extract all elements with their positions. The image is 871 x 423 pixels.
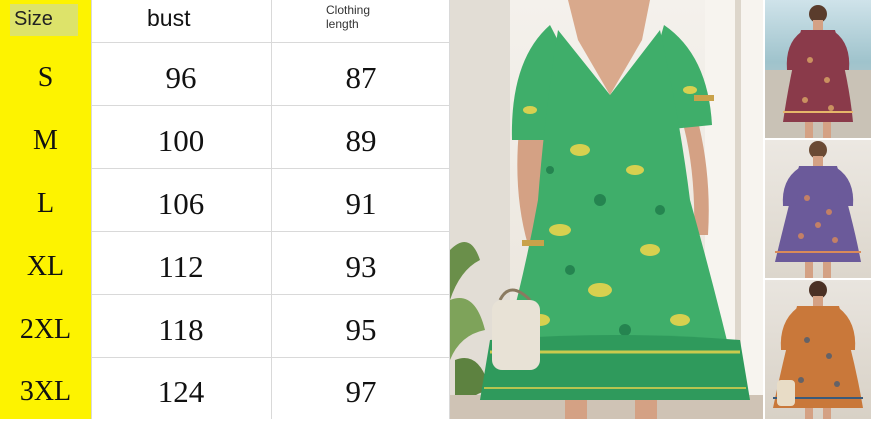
- purple-dress-illustration: [775, 141, 861, 278]
- bust-cell: 96: [165, 59, 197, 95]
- green-dress-illustration: [450, 0, 763, 419]
- length-cell: 89: [345, 122, 377, 158]
- size-cell: 2XL: [19, 313, 72, 345]
- size-column-header: Size: [10, 4, 78, 36]
- grid-line: [91, 42, 450, 43]
- table-row: L 106 91: [0, 172, 450, 235]
- table-row: 2XL 118 95: [0, 298, 450, 361]
- length-cell: 95: [345, 311, 377, 347]
- bust-cell: 118: [158, 311, 204, 347]
- clothing-length-column-header: Clothing length: [326, 3, 370, 45]
- length-cell: 91: [345, 185, 377, 221]
- table-row: XL 112 93: [0, 235, 450, 298]
- size-cell: L: [36, 187, 55, 219]
- bust-column-header: bust: [147, 5, 191, 31]
- size-cell: 3XL: [19, 375, 72, 407]
- thumbnail-purple-dress[interactable]: [765, 140, 871, 278]
- orange-dress-illustration: [773, 281, 863, 419]
- size-chart-table: Size bust Clothing length S 96 87 M 100 …: [0, 0, 450, 419]
- bust-cell: 124: [157, 373, 205, 409]
- size-header-label: Size: [14, 8, 53, 30]
- thumbnail-red-dress[interactable]: [765, 0, 871, 138]
- bust-cell: 100: [157, 122, 205, 158]
- table-row: M 100 89: [0, 109, 450, 172]
- size-cell: M: [33, 124, 58, 156]
- length-cell: 93: [345, 248, 377, 284]
- thumbnail-orange-dress[interactable]: [765, 280, 871, 419]
- red-dress-illustration: [765, 5, 871, 138]
- clothing-length-header-line2: length: [326, 17, 359, 31]
- clothing-length-header-line1: Clothing: [326, 3, 371, 17]
- table-row: S 96 87: [0, 46, 450, 109]
- size-cell: XL: [26, 250, 65, 282]
- length-cell: 97: [345, 373, 377, 409]
- bust-cell: 106: [157, 185, 205, 221]
- main-product-photo: [450, 0, 763, 419]
- length-cell: 87: [345, 59, 377, 95]
- size-cell: S: [37, 61, 54, 93]
- bust-cell: 112: [158, 248, 204, 284]
- table-row: 3XL 124 97: [0, 360, 450, 423]
